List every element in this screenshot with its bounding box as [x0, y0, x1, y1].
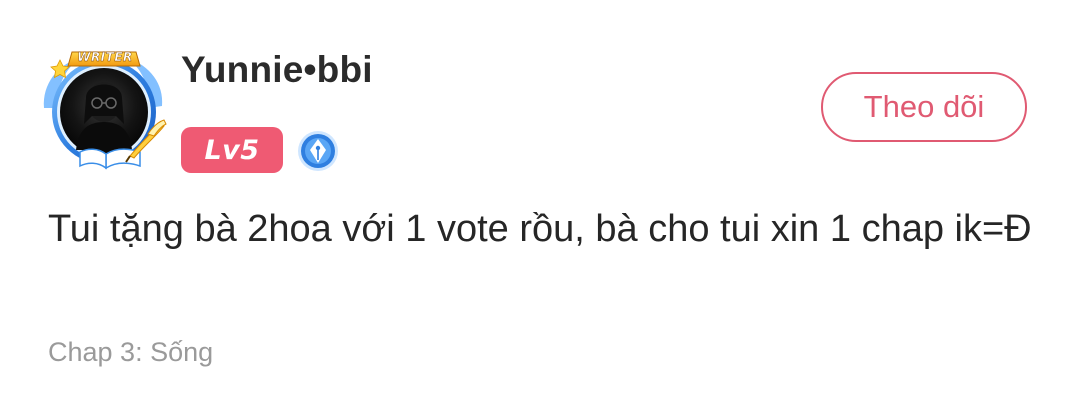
chapter-link[interactable]: Chap 3: Sống: [48, 337, 213, 368]
fountain-pen-nib-icon: [297, 130, 339, 172]
comment-text: Tui tặng bà 2hoa với 1 vote rồu, bà cho …: [48, 208, 1032, 250]
level-badge: Lv5: [181, 127, 283, 173]
follow-button[interactable]: Theo dõi: [821, 72, 1027, 142]
writer-frame-label: WRITER: [77, 50, 133, 64]
username[interactable]: Yunnie•bbi: [181, 49, 373, 91]
open-book-icon: [79, 148, 141, 170]
star-icon: [50, 59, 70, 79]
avatar[interactable]: WRITER: [36, 46, 172, 174]
writer-frame-icon: [43, 51, 167, 170]
comment-card: WRITER Yunnie•bbi Lv5 Theo dõi Tui tặng …: [0, 0, 1080, 404]
